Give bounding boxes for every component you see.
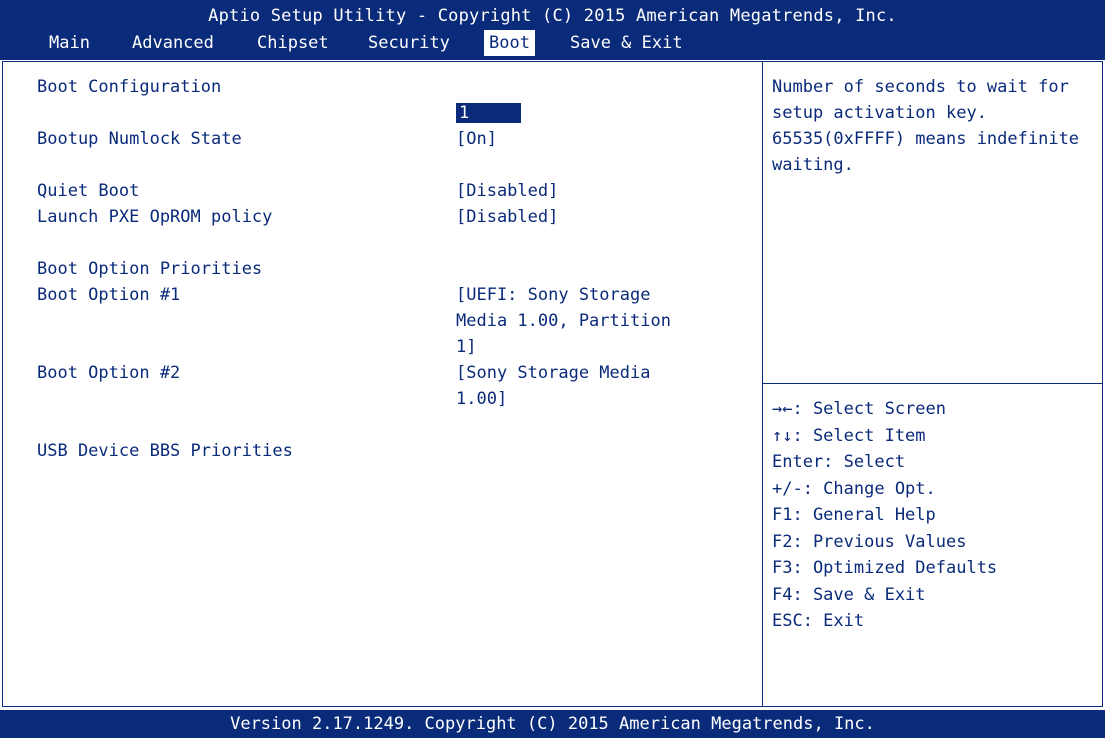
boot-option-2-value[interactable]: [Sony Storage Media 1.00]	[456, 360, 650, 412]
title-bar: Aptio Setup Utility - Copyright (C) 2015…	[0, 0, 1105, 60]
quiet-boot-value[interactable]: [Disabled]	[456, 178, 558, 204]
quiet-boot-label[interactable]: Quiet Boot	[37, 178, 139, 204]
key-esc-exit: ESC: Exit	[772, 611, 865, 631]
window-title: Aptio Setup Utility - Copyright (C) 2015…	[208, 6, 897, 26]
tab-security[interactable]: Security	[363, 30, 455, 56]
tab-boot[interactable]: Boot	[484, 30, 535, 56]
setup-prompt-timeout-field[interactable]: 1	[456, 100, 526, 126]
key-save-exit: F4: Save & Exit	[772, 584, 926, 605]
key-optimized-defaults: F3: Optimized Defaults	[772, 558, 998, 578]
setup-prompt-timeout-label[interactable]: Setup Prompt Timeout	[37, 100, 242, 126]
key-select-item: ↑↓: Select Item	[772, 425, 926, 446]
key-previous-values: F2: Previous Values	[772, 531, 967, 552]
setup-prompt-timeout-value[interactable]: 1	[456, 103, 521, 123]
tab-save-exit[interactable]: Save & Exit	[565, 30, 688, 56]
key-select-screen: →←: Select Screen	[772, 399, 946, 419]
panel-divider	[762, 61, 763, 707]
bootup-numlock-state-label[interactable]: Bootup Numlock State	[37, 126, 242, 152]
tab-chipset[interactable]: Chipset	[252, 30, 334, 56]
key-general-help: F1: General Help	[772, 505, 936, 525]
launch-pxe-oprom-policy-value[interactable]: [Disabled]	[456, 204, 558, 230]
boot-option-2-label[interactable]: Boot Option #2	[37, 360, 180, 386]
tab-advanced[interactable]: Advanced	[127, 30, 219, 56]
key-change-opt: +/-: Change Opt.	[772, 478, 936, 499]
boot-option-1-label[interactable]: Boot Option #1	[37, 282, 180, 308]
boot-configuration-title: Boot Configuration	[37, 77, 222, 97]
boot-option-priorities-title: Boot Option Priorities	[37, 259, 263, 279]
launch-pxe-oprom-policy-label[interactable]: Launch PXE OpROM policy	[37, 204, 272, 230]
bootup-numlock-state-value[interactable]: [On]	[456, 126, 497, 152]
help-divider	[763, 383, 1103, 384]
key-enter-select: Enter: Select	[772, 452, 906, 472]
boot-option-1-value[interactable]: [UEFI: Sony Storage Media 1.00, Partitio…	[456, 282, 671, 360]
help-description: Number of seconds to wait for setup acti…	[772, 77, 1080, 175]
version-footer: Version 2.17.1249. Copyright (C) 2015 Am…	[0, 710, 1105, 738]
tab-main[interactable]: Main	[44, 30, 95, 56]
usb-device-bbs-priorities-label[interactable]: USB Device BBS Priorities	[37, 438, 293, 464]
key-legend: →←: Select Screen ↑↓: Select Item Enter:…	[772, 396, 997, 635]
